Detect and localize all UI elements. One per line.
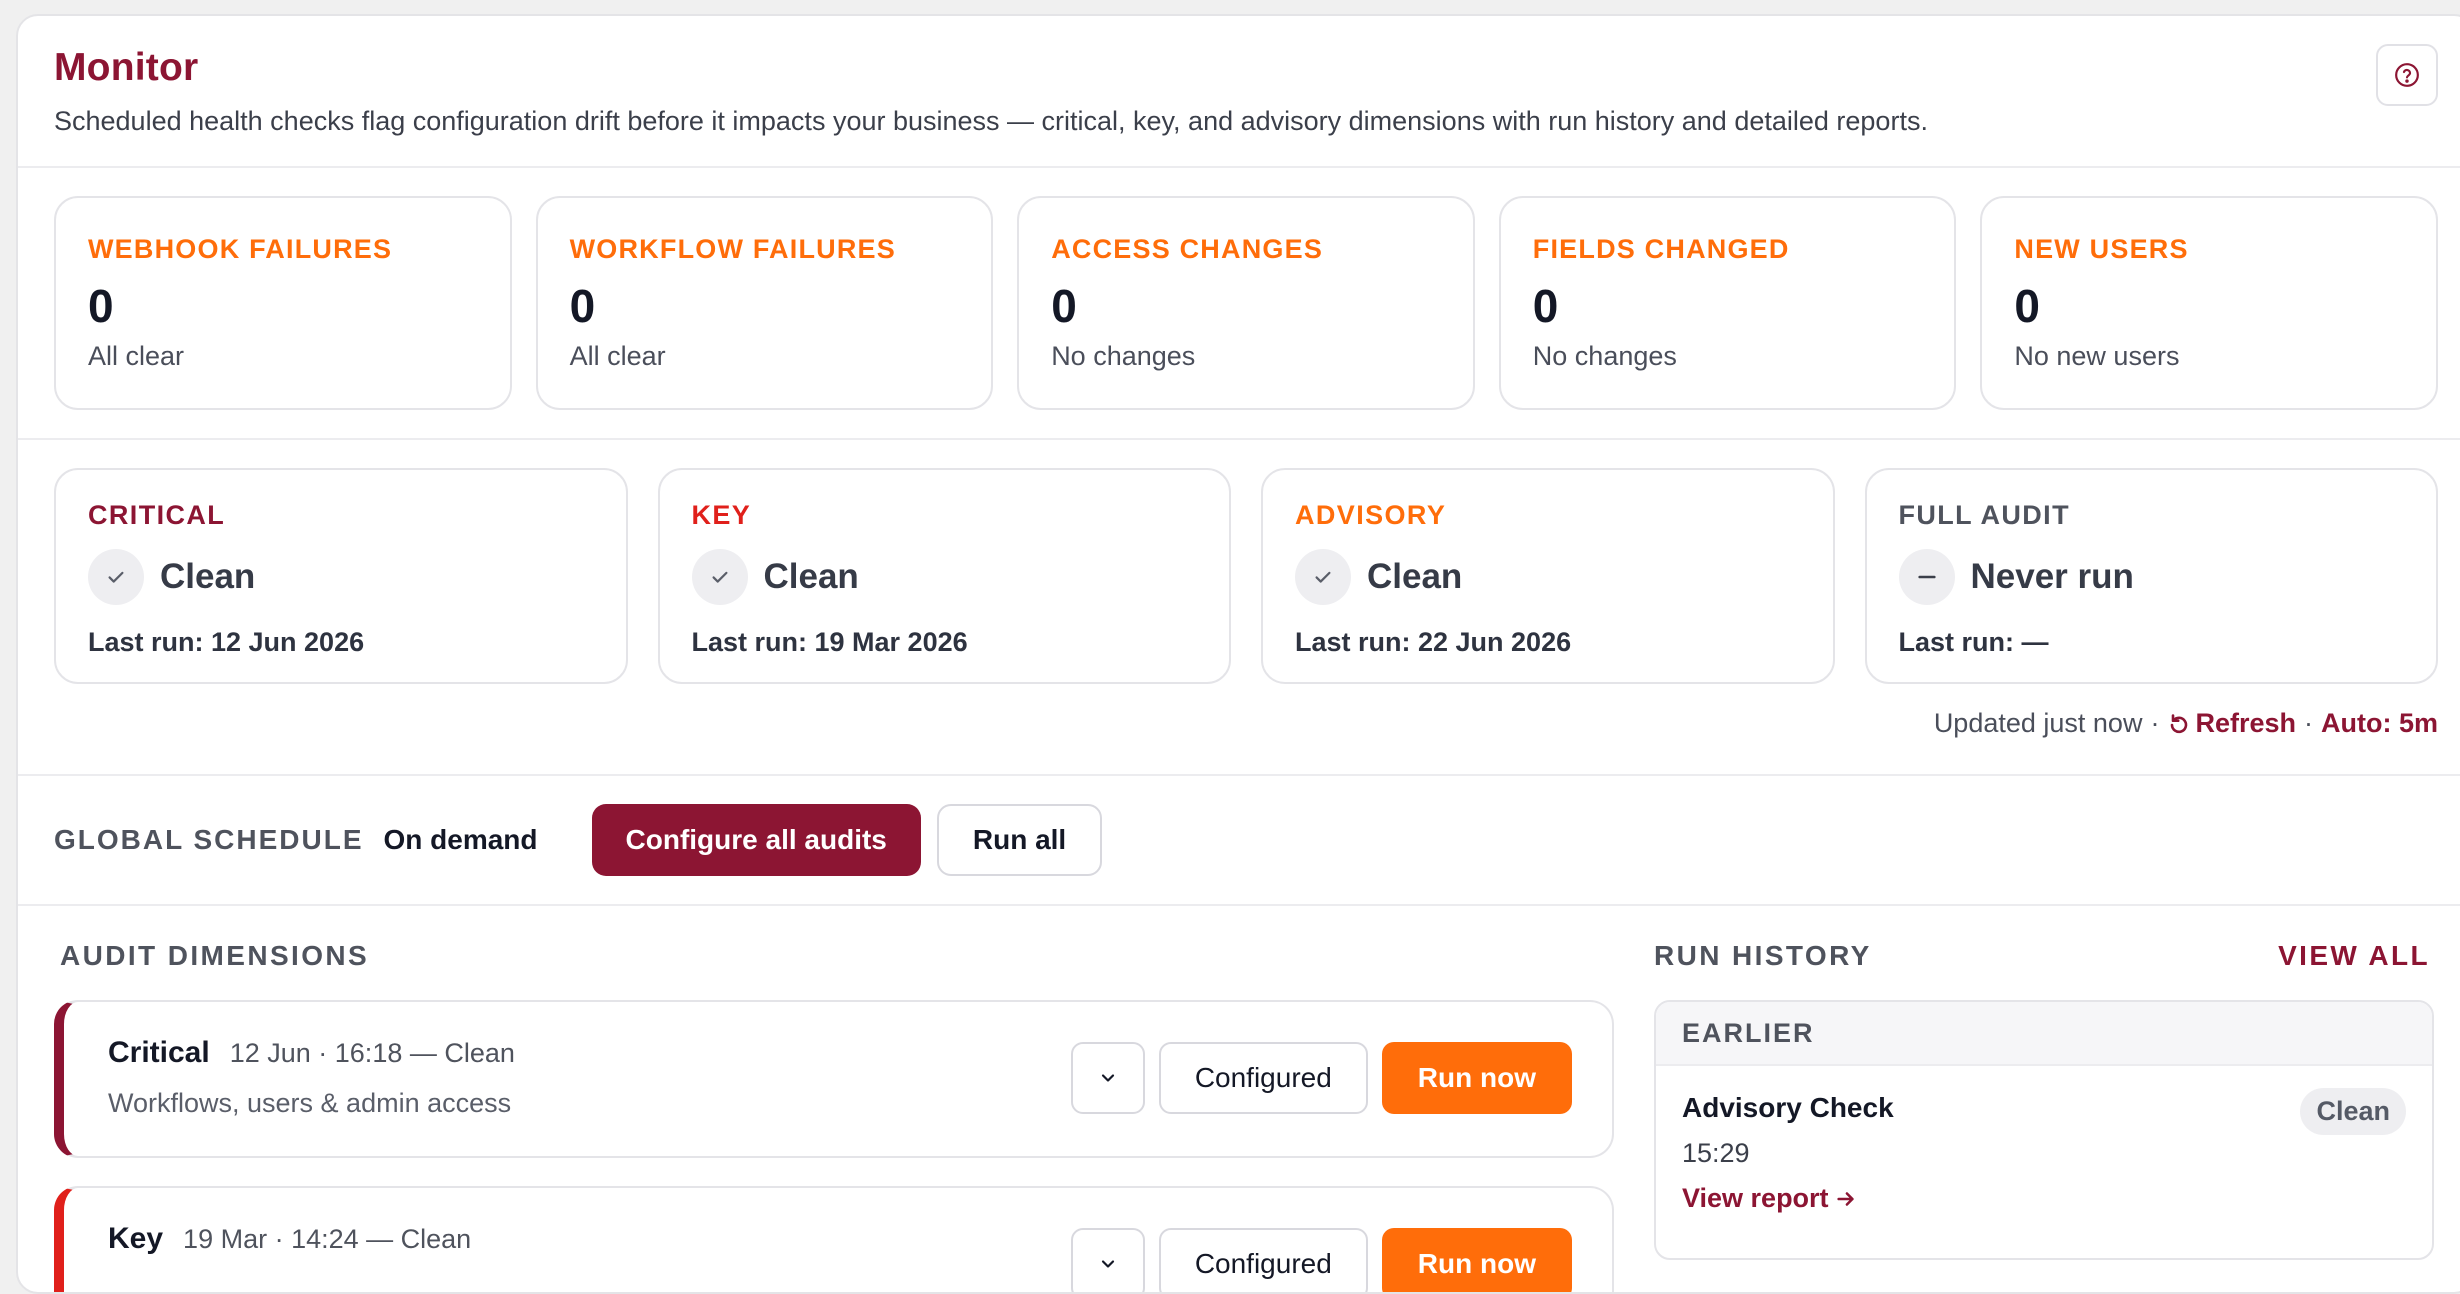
metric-label: FIELDS CHANGED <box>1532 234 1790 264</box>
audit-label: KEY <box>691 500 752 530</box>
expand-button[interactable] <box>1070 1228 1145 1292</box>
view-report-label: View report <box>1682 1183 1829 1213</box>
dash-icon <box>1898 549 1955 605</box>
audit-label: ADVISORY <box>1295 500 1447 530</box>
dimension-name: Key <box>108 1222 164 1255</box>
audit-dimensions: AUDIT DIMENSIONS Critical 12 Jun · 16:18… <box>54 906 1614 1292</box>
page-header: Monitor Scheduled health checks flag con… <box>18 16 2460 168</box>
audit-status-section: CRITICAL Clean Last run: 12 Jun 2026 KEY… <box>18 440 2460 776</box>
audit-status: Clean <box>763 557 859 596</box>
configured-button[interactable]: Configured <box>1158 1228 1368 1292</box>
arrow-right-icon <box>1836 1191 1854 1206</box>
metric-sub: All clear <box>88 341 185 371</box>
run-history-title: RUN HISTORY <box>1654 940 1872 971</box>
metric-label: WORKFLOW FAILURES <box>569 234 896 264</box>
page-description: Scheduled health checks flag configurati… <box>54 106 1928 136</box>
chevron-down-icon <box>1101 1260 1114 1268</box>
run-history-list: EARLIER Advisory Check 15:29 View report… <box>1654 1000 2434 1260</box>
metric-label: NEW USERS <box>2014 234 2189 264</box>
audit-status: Clean <box>1367 557 1463 596</box>
audit-card-advisory: ADVISORY Clean Last run: 22 Jun 2026 <box>1261 468 1835 684</box>
metric-value: 0 <box>2014 280 2040 332</box>
history-group-label: EARLIER <box>1656 1002 2432 1066</box>
run-time: 15:29 <box>1682 1138 1750 1168</box>
run-now-button[interactable]: Run now <box>1381 1228 1572 1292</box>
audit-last-run: Last run: 19 Mar 2026 <box>691 627 968 657</box>
view-all-link[interactable]: VIEW ALL <box>2278 940 2430 972</box>
check-icon <box>88 549 144 605</box>
audit-label: FULL AUDIT <box>1898 500 2070 530</box>
auto-refresh-toggle[interactable]: Auto: 5m <box>2321 708 2438 739</box>
metric-webhook-failures: WEBHOOK FAILURES 0 All clear <box>54 196 512 410</box>
monitor-panel: Monitor Scheduled health checks flag con… <box>16 14 2460 1294</box>
metric-new-users: NEW USERS 0 No new users <box>1980 196 2438 410</box>
refresh-icon[interactable] <box>2167 712 2191 736</box>
schedule-label: GLOBAL SCHEDULE <box>54 824 364 855</box>
page-title: Monitor <box>54 46 199 89</box>
expand-button[interactable] <box>1070 1042 1145 1114</box>
dimensions-title: AUDIT DIMENSIONS <box>60 940 370 971</box>
chevron-down-icon <box>1101 1074 1114 1082</box>
audit-card-key: KEY Clean Last run: 19 Mar 2026 <box>657 468 1231 684</box>
audit-card-critical: CRITICAL Clean Last run: 12 Jun 2026 <box>54 468 628 684</box>
help-button[interactable] <box>2376 44 2438 106</box>
metric-workflow-failures: WORKFLOW FAILURES 0 All clear <box>535 196 994 410</box>
updated-text: Updated just now <box>1933 708 2143 738</box>
audit-card-full-audit: FULL AUDIT Never run Last run: — <box>1864 468 2438 684</box>
dimension-meta: 12 Jun · 16:18 — Clean <box>229 1038 515 1068</box>
configured-button[interactable]: Configured <box>1158 1042 1368 1114</box>
dimension-card-key: Key 19 Mar · 14:24 — Clean Configured Ru… <box>54 1186 1614 1292</box>
refresh-link[interactable]: Refresh <box>2195 708 2296 739</box>
schedule-value: On demand <box>383 824 538 855</box>
metric-sub: No changes <box>1532 341 1677 371</box>
audit-label: CRITICAL <box>88 500 226 530</box>
view-report-link[interactable]: View report <box>1682 1183 2406 1214</box>
metric-value: 0 <box>88 280 114 332</box>
audit-last-run: Last run: — <box>1898 627 2049 657</box>
updated-status: Updated just now · Refresh · Auto: 5m <box>1933 708 2438 739</box>
dimension-meta: 19 Mar · 14:24 — Clean <box>183 1224 472 1254</box>
audit-status: Clean <box>160 557 256 596</box>
history-item: Advisory Check 15:29 View report Clean <box>1656 1066 2432 1214</box>
metric-sub: No changes <box>1051 341 1196 371</box>
dimension-card-critical: Critical 12 Jun · 16:18 — Clean Workflow… <box>54 1000 1614 1158</box>
metric-access-changes: ACCESS CHANGES 0 No changes <box>1017 196 1475 410</box>
metric-value: 0 <box>1051 280 1077 332</box>
run-history: RUN HISTORY VIEW ALL EARLIER Advisory Ch… <box>1654 906 2434 1292</box>
status-badge: Clean <box>2300 1088 2406 1135</box>
metric-label: ACCESS CHANGES <box>1051 234 1324 264</box>
run-all-button[interactable]: Run all <box>936 804 1103 876</box>
metric-sub: No new users <box>2014 341 2180 371</box>
metric-sub: All clear <box>569 341 666 371</box>
audit-last-run: Last run: 22 Jun 2026 <box>1295 627 1572 657</box>
audit-last-run: Last run: 12 Jun 2026 <box>88 627 365 657</box>
run-name: Advisory Check <box>1682 1092 1894 1123</box>
configure-all-audits-button[interactable]: Configure all audits <box>591 804 921 876</box>
run-now-button[interactable]: Run now <box>1381 1042 1572 1114</box>
audit-status: Never run <box>1970 557 2134 596</box>
metric-value: 0 <box>569 280 596 332</box>
check-icon <box>691 549 748 605</box>
check-icon <box>1295 549 1351 605</box>
metric-value: 0 <box>1532 280 1559 332</box>
metrics-row: WEBHOOK FAILURES 0 All clear WORKFLOW FA… <box>18 168 2460 440</box>
global-schedule-bar: GLOBAL SCHEDULE On demand Configure all … <box>18 776 2460 906</box>
metric-fields-changed: FIELDS CHANGED 0 No changes <box>1498 196 1957 410</box>
help-icon <box>2395 63 2419 87</box>
dimension-name: Critical <box>108 1036 210 1069</box>
metric-label: WEBHOOK FAILURES <box>88 234 393 264</box>
